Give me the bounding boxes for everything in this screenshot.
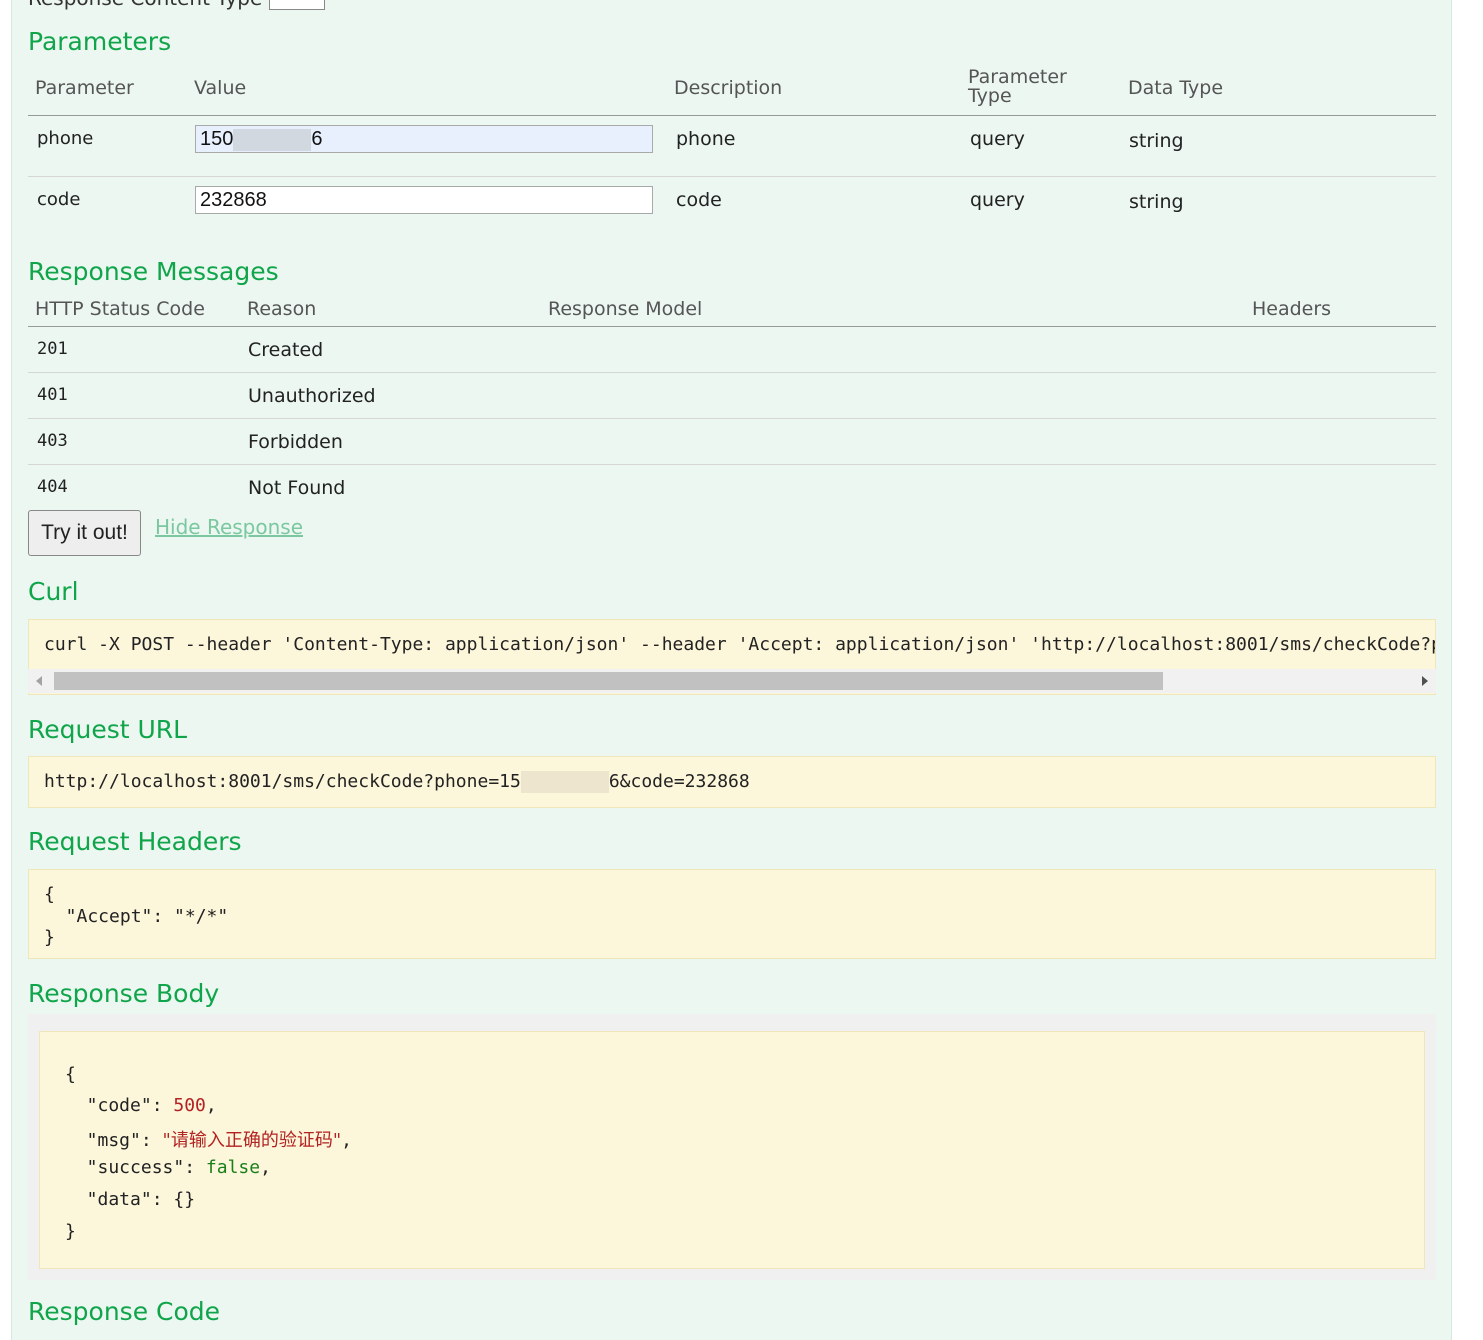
col-reason: Reason [247,298,317,320]
curl-command: curl -X POST --header 'Content-Type: app… [44,634,1436,655]
reason-201: Created [248,339,324,361]
status-code-201: 201 [37,339,68,359]
responses-header-rule [28,326,1436,327]
col-parameter-type-line2: Type [968,85,1012,107]
request-url-prefix: http://localhost:8001/sms/checkCode?phon… [44,771,521,792]
reason-403: Forbidden [248,431,343,453]
responses-row-rule [28,464,1436,465]
parameters-title: Parameters [28,27,172,56]
col-parameter: Parameter [35,77,134,99]
col-description: Description [674,77,783,99]
json-close-brace: } [65,1221,76,1242]
scroll-left-icon[interactable] [36,676,42,686]
response-messages-title: Response Messages [28,257,279,286]
param-datatype-code: string [1129,191,1184,213]
scrollbar-thumb[interactable] [54,672,1163,690]
status-code-403: 403 [37,431,68,451]
json-comma: , [341,1130,352,1151]
json-open-brace: { [44,884,55,905]
redacted-block [520,771,609,793]
json-value-success: false [205,1157,261,1178]
reason-404: Not Found [248,477,346,499]
request-headers-json: { "Accept": "*/*" } [44,884,644,954]
json-comma: , [205,1095,217,1116]
col-headers: Headers [1252,298,1332,320]
phone-input[interactable]: 150 6 [195,125,653,153]
responses-row-rule [28,372,1436,373]
hide-response-link[interactable]: Hide Response [155,515,303,539]
param-name-code: code [37,189,81,210]
json-key-code: "code": [65,1095,174,1116]
response-body-title: Response Body [28,979,220,1008]
json-accept-line: "Accept": "*/*" [44,906,229,927]
request-url-box: http://localhost:8001/sms/checkCode?phon… [28,756,1436,808]
response-body-frame: { "code": 500, "msg": "请输入正确的验证码", "succ… [28,1014,1436,1280]
request-url-title: Request URL [28,715,188,744]
request-url-suffix: 6&code=232868 [608,771,750,792]
col-response-model: Response Model [548,298,703,320]
request-url-text: http://localhost:8001/sms/checkCode?phon… [44,771,750,793]
col-data-type: Data Type [1128,77,1224,99]
param-name-phone: phone [37,128,94,149]
param-desc-code: code [676,189,722,211]
json-comma: , [260,1157,271,1178]
scroll-right-icon[interactable] [1422,676,1428,686]
request-headers-title: Request Headers [28,827,242,856]
json-value-code: 500 [173,1095,206,1116]
response-body-json: { "code": 500, "msg": "请输入正确的验证码", "succ… [65,1064,865,1244]
col-http-status: HTTP Status Code [35,298,205,320]
json-success-line: "success": false, [65,1157,271,1178]
response-content-type-label: Response Content Type [28,0,325,10]
curl-title: Curl [28,577,79,606]
operation-panel: Response Content Type Parameters Paramet… [11,0,1452,1340]
redacted-block [233,128,312,151]
param-datatype-phone: string [1129,130,1184,152]
response-code-title: Response Code [28,1297,221,1326]
json-data-line: "data": {} [65,1189,196,1210]
json-key-success: "success": [65,1157,206,1178]
params-row-rule [28,176,1436,177]
param-desc-phone: phone [676,128,736,150]
response-content-type-select[interactable] [268,0,325,10]
json-msg-line: "msg": "请输入正确的验证码", [65,1126,352,1152]
param-type-code: query [970,189,1025,211]
json-close-brace: } [44,927,55,948]
try-it-out-button[interactable]: Try it out! [28,510,141,556]
col-parameter-type: Parameter Type [968,68,1067,106]
phone-value-prefix: 150 [200,128,234,150]
reason-401: Unauthorized [248,385,376,407]
param-type-phone: query [970,128,1025,150]
responses-row-rule [28,418,1436,419]
status-code-401: 401 [37,385,68,405]
json-code-line: "code": 500, [65,1095,217,1116]
json-key-msg: "msg": [65,1130,163,1151]
response-content-type-text: Response Content Type [28,0,262,10]
code-input[interactable]: 232868 [195,186,653,214]
status-code-404: 404 [37,477,68,497]
json-value-msg: "请输入正确的验证码" [162,1130,342,1151]
json-open-brace: { [65,1064,76,1085]
request-headers-box: { "Accept": "*/*" } [28,869,1436,959]
phone-value-suffix: 6 [311,128,323,150]
params-header-rule [28,115,1436,116]
response-body-box: { "code": 500, "msg": "请输入正确的验证码", "succ… [39,1031,1425,1269]
col-value: Value [194,77,247,99]
curl-scrollbar[interactable] [28,669,1436,693]
